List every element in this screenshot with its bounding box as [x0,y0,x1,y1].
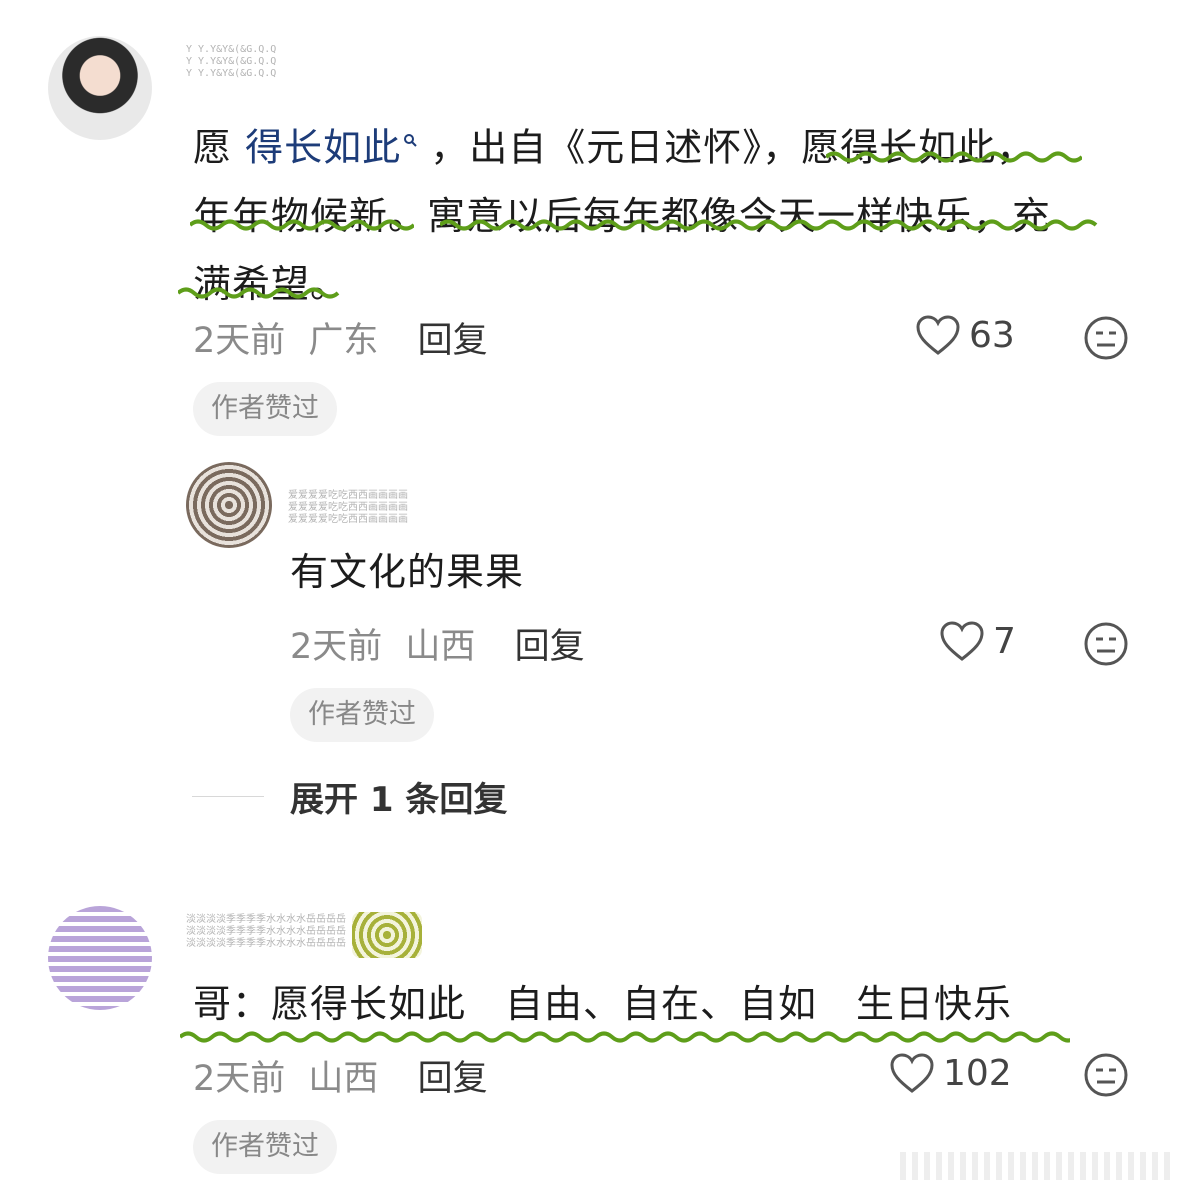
username[interactable]: 爱爱爱爱吃吃西西画画画画 [288,490,408,501]
username-blur-row: 淡淡淡淡季季季季水水水水岳岳岳岳 [186,938,346,949]
like-button[interactable]: 7 [939,620,1016,662]
wavy-underline [180,1031,1070,1043]
avatar[interactable] [48,906,152,1010]
keyword-link[interactable]: 得长如此 [245,126,401,170]
heart-icon [940,621,984,661]
username-blur-row: Y Y.Y&Y&(&G.Q.Q [186,56,277,67]
comment-text: 哥：愿得长如此 自由、自在、自如 生日快乐 [193,982,1013,1026]
reply-button[interactable]: 回复 [418,1059,488,1099]
comment-meta: 2天前 广东 回复 [193,312,488,363]
like-button[interactable]: 63 [915,314,1015,356]
like-count: 102 [943,1052,1012,1094]
timestamp: 2天前 [193,1059,286,1099]
wavy-underline [178,287,340,299]
comment-text: 愿 得长如此 ，出自《元日述怀》，愿得长如此， 年年物候新。寓意以后每年都像今天… [193,100,1133,318]
expand-replies-label: 展开 1 条回复 [290,780,508,820]
avatar[interactable] [186,462,272,548]
username-blur-row: Y Y.Y&Y&(&G.Q.Q [186,68,277,79]
reply-button[interactable]: 回复 [418,321,488,361]
username[interactable]: Y Y.Y&Y&(&G.Q.Q [186,44,276,55]
like-button[interactable]: 102 [889,1052,1012,1094]
heart-icon [916,315,960,355]
expand-replies-button[interactable]: 展开 1 条回复 [192,772,507,821]
comment-line-3: 满希望。 [193,261,350,306]
timestamp: 2天前 [290,627,383,667]
comment-meta: 2天前 山西 回复 [290,618,585,669]
location: 广东 [308,321,379,361]
heart-icon [890,1053,934,1093]
comment-text-prefix: 愿 [193,125,246,170]
like-count: 7 [993,620,1016,662]
comment-line-2: 年年物候新。寓意以后每年都像今天一样快乐，充 [193,193,1052,238]
search-icon[interactable] [403,100,417,147]
comment-meta: 2天前 山西 回复 [193,1050,488,1101]
comment-line-1: 愿 得长如此 ，出自《元日述怀》，愿得长如此， [193,100,1133,182]
watermark [900,1152,1170,1180]
wavy-underline [826,151,1082,163]
wavy-underline [190,219,414,231]
neutral-face-icon[interactable] [1083,1052,1129,1102]
timestamp: 2天前 [193,321,286,361]
divider [192,796,264,797]
location: 山西 [405,627,476,667]
wavy-underline [440,219,1098,231]
neutral-face-icon[interactable] [1083,315,1129,365]
author-liked-badge: 作者赞过 [290,688,434,742]
author-liked-badge: 作者赞过 [193,382,337,436]
like-count: 63 [969,314,1015,356]
comment-text: 有文化的果果 [290,550,525,594]
neutral-face-icon[interactable] [1083,621,1129,671]
username-blur-row: 淡淡淡淡季季季季水水水水岳岳岳岳 [186,926,346,937]
username-blur-row: 爱爱爱爱吃吃西西画画画画 [288,514,408,525]
username-blur-row: 爱爱爱爱吃吃西西画画画画 [288,502,408,513]
avatar[interactable] [48,36,152,140]
username[interactable]: 淡淡淡淡季季季季水水水水岳岳岳岳 [186,914,346,925]
user-badge-icon [352,912,422,958]
author-liked-badge: 作者赞过 [193,1120,337,1174]
location: 山西 [308,1059,379,1099]
reply-button[interactable]: 回复 [515,627,585,667]
